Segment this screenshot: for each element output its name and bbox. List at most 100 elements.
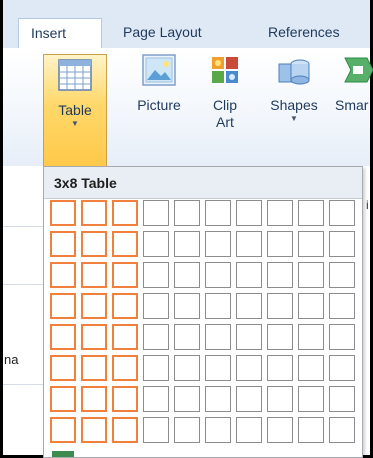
table-grid-cell-selected[interactable] [50, 355, 76, 381]
table-grid-cell[interactable] [329, 231, 355, 257]
table-grid-cell[interactable] [329, 200, 355, 226]
table-grid-cell[interactable] [174, 386, 200, 412]
table-grid-cell[interactable] [205, 386, 231, 412]
table-grid-cell[interactable] [143, 355, 169, 381]
table-grid-cell[interactable] [205, 324, 231, 350]
smartart-button-label: Smar [335, 97, 369, 113]
table-grid-cell[interactable] [205, 355, 231, 381]
smartart-button[interactable]: Smar [335, 54, 373, 114]
table-grid-cell[interactable] [205, 262, 231, 288]
table-grid-cell[interactable] [329, 293, 355, 319]
table-grid-cell-selected[interactable] [81, 262, 107, 288]
picture-icon [142, 54, 176, 86]
table-grid-cell-selected[interactable] [81, 417, 107, 443]
table-grid-cell[interactable] [236, 386, 262, 412]
table-grid-cell[interactable] [205, 231, 231, 257]
table-grid-cell[interactable] [267, 200, 293, 226]
table-grid-cell-selected[interactable] [50, 200, 76, 226]
table-grid-cell-selected[interactable] [112, 200, 138, 226]
table-grid-cell[interactable] [174, 324, 200, 350]
table-grid-cell[interactable] [267, 355, 293, 381]
table-grid-cell[interactable] [267, 386, 293, 412]
table-grid-cell[interactable] [205, 417, 231, 443]
table-grid-cell[interactable] [329, 324, 355, 350]
table-grid-cell-selected[interactable] [50, 262, 76, 288]
table-grid-cell[interactable] [236, 355, 262, 381]
table-grid-cell-selected[interactable] [50, 417, 76, 443]
tab-references[interactable]: References [268, 18, 340, 48]
table-grid-cell-selected[interactable] [50, 231, 76, 257]
table-grid-cell[interactable] [298, 386, 324, 412]
table-grid-cell[interactable] [174, 417, 200, 443]
table-grid-cell[interactable] [205, 293, 231, 319]
chevron-down-icon: ▼ [290, 114, 298, 123]
table-grid-cell-selected[interactable] [81, 293, 107, 319]
table-grid-cell[interactable] [143, 231, 169, 257]
table-grid-cell[interactable] [143, 200, 169, 226]
table-grid-cell-selected[interactable] [81, 324, 107, 350]
table-button[interactable]: Table ▼ [43, 54, 107, 166]
table-grid-cell[interactable] [329, 417, 355, 443]
table-grid-cell[interactable] [143, 417, 169, 443]
tab-page-layout[interactable]: Page Layout [123, 18, 202, 48]
table-grid-cell[interactable] [143, 386, 169, 412]
table-grid-cell[interactable] [174, 231, 200, 257]
table-grid-cell-selected[interactable] [81, 355, 107, 381]
word-window: Insert Page Layout References Table ▼ Pi… [0, 0, 373, 458]
tab-insert[interactable]: Insert [18, 18, 102, 49]
table-grid-cell[interactable] [298, 262, 324, 288]
table-grid-cell[interactable] [143, 324, 169, 350]
table-grid-cell-selected[interactable] [50, 386, 76, 412]
table-grid-cell[interactable] [205, 200, 231, 226]
table-grid-cell[interactable] [298, 293, 324, 319]
smartart-icon [344, 57, 373, 83]
table-grid-cell-selected[interactable] [112, 262, 138, 288]
table-grid-cell[interactable] [267, 293, 293, 319]
table-grid-cell-selected[interactable] [112, 417, 138, 443]
table-grid-cell[interactable] [329, 386, 355, 412]
table-grid-cell-selected[interactable] [81, 231, 107, 257]
table-grid-cell[interactable] [298, 355, 324, 381]
clip-art-button[interactable]: Clip Art [202, 54, 248, 131]
table-grid-cell[interactable] [143, 293, 169, 319]
table-grid-cell-selected[interactable] [112, 231, 138, 257]
table-grid-cell[interactable] [174, 355, 200, 381]
table-grid-cell[interactable] [329, 262, 355, 288]
table-grid-cell-selected[interactable] [81, 200, 107, 226]
document-partial-text: na [4, 352, 19, 367]
table-grid-cell[interactable] [174, 200, 200, 226]
table-grid-cell[interactable] [298, 231, 324, 257]
table-grid-cell-selected[interactable] [50, 324, 76, 350]
table-grid-cell[interactable] [236, 293, 262, 319]
shapes-button[interactable]: Shapes ▼ [261, 54, 327, 124]
table-grid-cell[interactable] [236, 231, 262, 257]
table-grid-cell[interactable] [267, 324, 293, 350]
table-grid-cell-selected[interactable] [112, 293, 138, 319]
chevron-down-icon: ▼ [71, 119, 79, 128]
clip-art-label-line1: Clip [212, 97, 238, 113]
table-grid-cell-selected[interactable] [81, 386, 107, 412]
picture-button[interactable]: Picture [129, 54, 189, 114]
table-grid-cell[interactable] [236, 324, 262, 350]
table-grid-cell-selected[interactable] [112, 324, 138, 350]
table-grid-cell[interactable] [174, 293, 200, 319]
table-grid-cell[interactable] [174, 262, 200, 288]
shapes-icon [278, 59, 310, 85]
table-grid-cell[interactable] [267, 262, 293, 288]
table-grid-cell[interactable] [329, 355, 355, 381]
document-partial-text-right: i [366, 198, 369, 212]
table-grid-cell[interactable] [267, 417, 293, 443]
table-grid-cell[interactable] [267, 231, 293, 257]
table-grid-cell[interactable] [236, 417, 262, 443]
table-grid-cell[interactable] [236, 200, 262, 226]
clip-art-label-line2: Art [216, 114, 234, 130]
table-grid-cell[interactable] [298, 417, 324, 443]
table-grid-cell-selected[interactable] [50, 293, 76, 319]
table-grid-cell-selected[interactable] [112, 355, 138, 381]
insert-table-icon [52, 451, 74, 457]
table-grid-cell-selected[interactable] [112, 386, 138, 412]
table-grid-cell[interactable] [143, 262, 169, 288]
table-grid-cell[interactable] [298, 200, 324, 226]
table-grid-cell[interactable] [298, 324, 324, 350]
table-grid-cell[interactable] [236, 262, 262, 288]
